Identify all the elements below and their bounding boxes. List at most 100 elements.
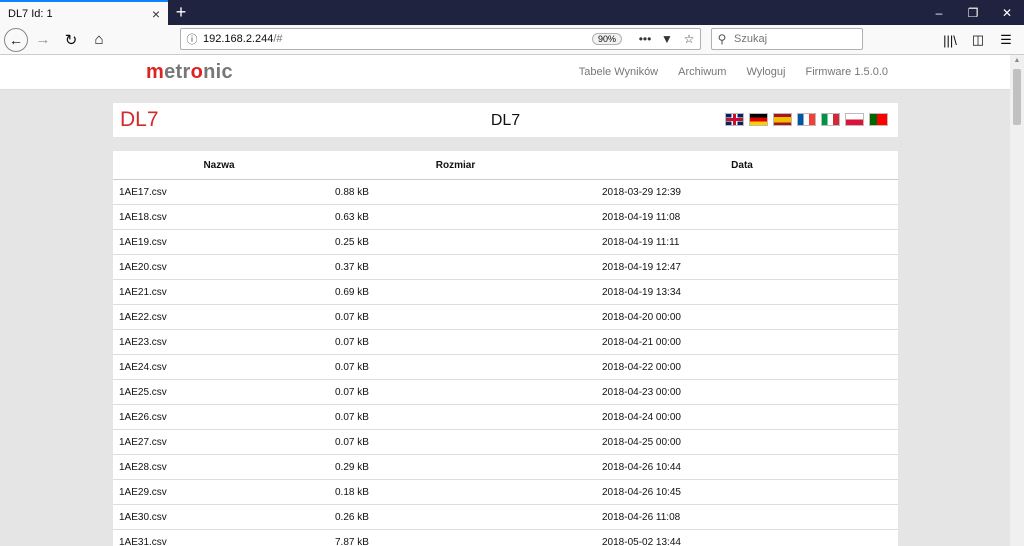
table-row[interactable]: 1AE29.csv 0.18 kB 2018-04-26 10:45 [113, 479, 898, 505]
browser-tab[interactable]: DL7 Id: 1 × [0, 0, 168, 25]
file-date-cell: 2018-04-25 00:00 [586, 429, 898, 455]
library-icon[interactable]: |||\ [936, 28, 964, 52]
table-header-row: Nazwa Rozmiar Data [113, 151, 898, 180]
file-name-cell[interactable]: 1AE25.csv [113, 379, 325, 405]
file-date-cell: 2018-04-26 11:08 [586, 504, 898, 530]
nav-archiwum[interactable]: Archiwum [678, 66, 726, 78]
table-row[interactable]: 1AE22.csv 0.07 kB 2018-04-20 00:00 [113, 304, 898, 330]
table-row[interactable]: 1AE28.csv 0.29 kB 2018-04-26 10:44 [113, 454, 898, 480]
table-row[interactable]: 1AE21.csv 0.69 kB 2018-04-19 13:34 [113, 279, 898, 305]
url-path: /# [273, 33, 283, 45]
table-row[interactable]: 1AE20.csv 0.37 kB 2018-04-19 12:47 [113, 254, 898, 280]
sidebar-icon[interactable]: ◫ [964, 28, 992, 52]
browser-tab-bar: DL7 Id: 1 × + – ❐ ✕ [0, 0, 1024, 25]
file-name-cell[interactable]: 1AE29.csv [113, 479, 325, 505]
column-header-data[interactable]: Data [586, 151, 898, 180]
page-scrollbar[interactable]: ▲ [1010, 55, 1024, 546]
table-row[interactable]: 1AE17.csv 0.88 kB 2018-03-29 12:39 [113, 179, 898, 205]
file-name-cell[interactable]: 1AE18.csv [113, 204, 325, 230]
new-tab-button[interactable]: + [168, 0, 194, 25]
url-text[interactable]: 192.168.2.244/# [203, 33, 592, 45]
window-close-icon[interactable]: ✕ [990, 0, 1024, 25]
table-row[interactable]: 1AE23.csv 0.07 kB 2018-04-21 00:00 [113, 329, 898, 355]
file-date-cell: 2018-04-20 00:00 [586, 304, 898, 330]
toolbar-right: |||\ ◫ ☰ [936, 28, 1020, 52]
page-viewport: metronic Tabele Wyników Archiwum Wyloguj… [0, 55, 1010, 546]
table-row[interactable]: 1AE19.csv 0.25 kB 2018-04-19 11:11 [113, 229, 898, 255]
file-name-cell[interactable]: 1AE21.csv [113, 279, 325, 305]
file-date-cell: 2018-04-26 10:44 [586, 454, 898, 480]
file-size-cell: 0.37 kB [325, 254, 586, 280]
file-name-cell[interactable]: 1AE24.csv [113, 354, 325, 380]
flag-pt-icon[interactable] [869, 113, 888, 126]
metronic-logo[interactable]: metronic [146, 61, 233, 84]
table-row[interactable]: 1AE24.csv 0.07 kB 2018-04-22 00:00 [113, 354, 898, 380]
site-header: metronic Tabele Wyników Archiwum Wyloguj… [0, 55, 1010, 90]
file-date-cell: 2018-04-19 11:08 [586, 204, 898, 230]
file-name-cell[interactable]: 1AE20.csv [113, 254, 325, 280]
file-date-cell: 2018-04-21 00:00 [586, 329, 898, 355]
flag-pl-icon[interactable] [845, 113, 864, 126]
flag-es-icon[interactable] [773, 113, 792, 126]
url-host: 192.168.2.244 [203, 33, 274, 45]
file-name-cell[interactable]: 1AE19.csv [113, 229, 325, 255]
info-icon[interactable]: ⓘ [181, 31, 203, 47]
table-row[interactable]: 1AE27.csv 0.07 kB 2018-04-25 00:00 [113, 429, 898, 455]
file-name-cell[interactable]: 1AE27.csv [113, 429, 325, 455]
search-input[interactable] [732, 32, 856, 46]
pocket-icon[interactable]: ▼ [656, 32, 678, 46]
browser-nav-bar: ← → ↻ ⌂ ⓘ 192.168.2.244/# 90% ••• ▼ ☆ ⚲ … [0, 25, 1024, 55]
file-name-cell[interactable]: 1AE26.csv [113, 404, 325, 430]
file-size-cell: 0.26 kB [325, 504, 586, 530]
file-size-cell: 0.25 kB [325, 229, 586, 255]
flag-uk-icon[interactable] [725, 113, 744, 126]
file-size-cell: 0.07 kB [325, 354, 586, 380]
page-actions-icon[interactable]: ••• [634, 32, 656, 46]
scroll-up-icon[interactable]: ▲ [1010, 55, 1024, 67]
nav-firmware[interactable]: Firmware 1.5.0.0 [805, 66, 888, 78]
tab-close-icon[interactable]: × [152, 7, 160, 21]
file-date-cell: 2018-04-22 00:00 [586, 354, 898, 380]
restore-icon[interactable]: ❐ [956, 0, 990, 25]
column-header-nazwa[interactable]: Nazwa [113, 151, 325, 180]
table-row[interactable]: 1AE30.csv 0.26 kB 2018-04-26 11:08 [113, 504, 898, 530]
nav-wyloguj[interactable]: Wyloguj [746, 66, 785, 78]
bookmark-star-icon[interactable]: ☆ [678, 32, 700, 46]
file-size-cell: 0.18 kB [325, 479, 586, 505]
file-size-cell: 0.07 kB [325, 304, 586, 330]
file-name-cell[interactable]: 1AE28.csv [113, 454, 325, 480]
table-row[interactable]: 1AE25.csv 0.07 kB 2018-04-23 00:00 [113, 379, 898, 405]
file-name-cell[interactable]: 1AE23.csv [113, 329, 325, 355]
file-table: Nazwa Rozmiar Data 1AE17.csv 0.88 kB 2018-… [113, 151, 898, 546]
window-controls: – ❐ ✕ [922, 0, 1024, 25]
flag-de-icon[interactable] [749, 113, 768, 126]
minimize-icon[interactable]: – [922, 0, 956, 25]
column-header-rozmiar[interactable]: Rozmiar [325, 151, 586, 180]
table-row[interactable]: 1AE31.csv 7.87 kB 2018-05-02 13:44 [113, 529, 898, 546]
search-bar[interactable]: ⚲ [711, 28, 863, 50]
flag-it-icon[interactable] [821, 113, 840, 126]
file-date-cell: 2018-03-29 12:39 [586, 179, 898, 205]
home-icon[interactable]: ⌂ [86, 27, 112, 53]
zoom-badge[interactable]: 90% [591, 33, 622, 45]
file-name-cell[interactable]: 1AE17.csv [113, 179, 325, 205]
tab-title: DL7 Id: 1 [8, 7, 53, 20]
reload-icon[interactable]: ↻ [58, 27, 84, 53]
menu-icon[interactable]: ☰ [992, 28, 1020, 52]
table-row[interactable]: 1AE18.csv 0.63 kB 2018-04-19 11:08 [113, 204, 898, 230]
file-name-cell[interactable]: 1AE22.csv [113, 304, 325, 330]
url-bar[interactable]: ⓘ 192.168.2.244/# 90% ••• ▼ ☆ [180, 28, 701, 50]
file-date-cell: 2018-05-02 13:44 [586, 529, 898, 546]
back-icon[interactable]: ← [4, 27, 28, 52]
file-name-cell[interactable]: 1AE31.csv [113, 529, 325, 546]
file-size-cell: 0.07 kB [325, 429, 586, 455]
table-row[interactable]: 1AE26.csv 0.07 kB 2018-04-24 00:00 [113, 404, 898, 430]
title-panel: DL7 DL7 [113, 103, 898, 137]
file-name-cell[interactable]: 1AE30.csv [113, 504, 325, 530]
forward-icon[interactable]: → [30, 27, 56, 53]
scroll-thumb[interactable] [1013, 69, 1021, 125]
file-size-cell: 0.07 kB [325, 404, 586, 430]
nav-tabele-wynikow[interactable]: Tabele Wyników [579, 66, 658, 78]
file-table-panel: Nazwa Rozmiar Data 1AE17.csv 0.88 kB 2018-… [113, 151, 898, 546]
flag-fr-icon[interactable] [797, 113, 816, 126]
